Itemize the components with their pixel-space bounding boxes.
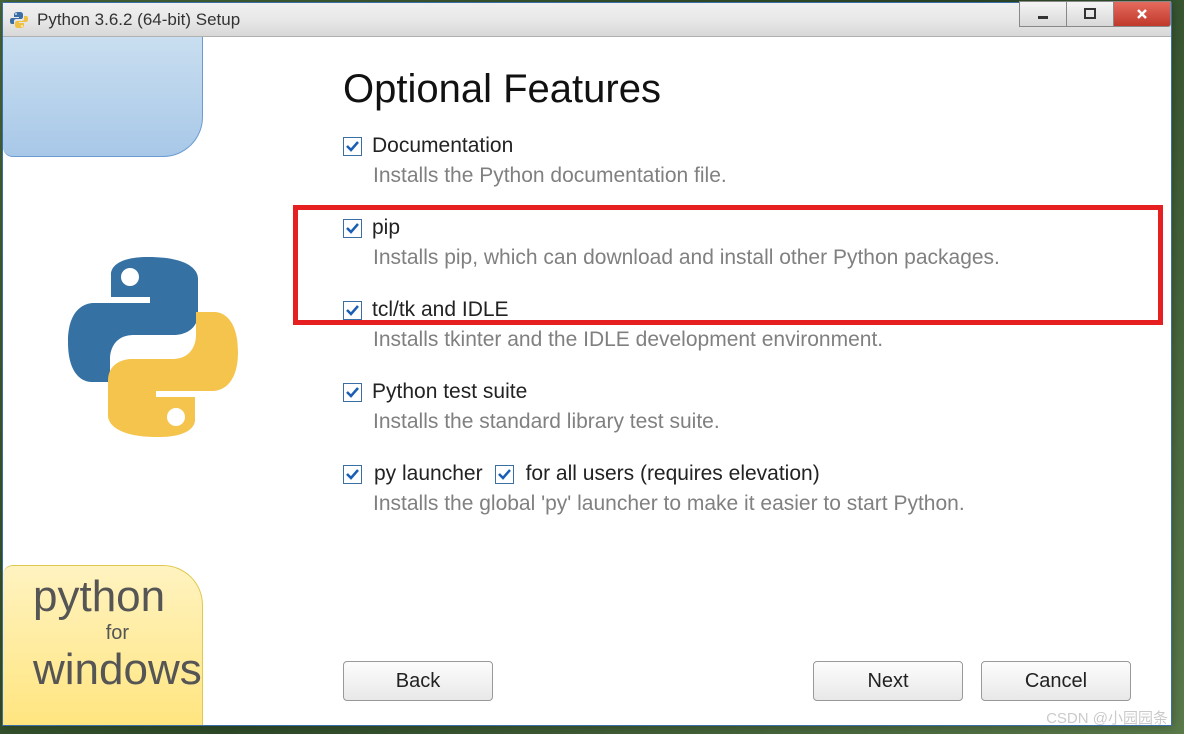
python-logo-icon (53, 247, 253, 452)
option-desc: Installs the Python documentation file. (373, 164, 1131, 188)
decorative-blue-shape (3, 37, 203, 157)
option-label: pip (372, 216, 400, 240)
close-button[interactable] (1113, 1, 1171, 27)
checkbox-allusers[interactable] (495, 465, 514, 484)
option-label-secondary: for all users (requires elevation) (526, 462, 820, 486)
content-area: python for windows Optional Features Doc… (3, 37, 1171, 725)
installer-window: Python 3.6.2 (64-bit) Setup (2, 2, 1172, 726)
sidebar-branding: python for windows (33, 572, 202, 695)
brand-line-3: windows (33, 645, 202, 695)
brand-line-2: for (33, 622, 202, 645)
cancel-button[interactable]: Cancel (981, 661, 1131, 701)
option-label: Documentation (372, 134, 513, 158)
option-pip: pip Installs pip, which can download and… (343, 212, 1131, 274)
checkbox-pylauncher[interactable] (343, 465, 362, 484)
back-button[interactable]: Back (343, 661, 493, 701)
option-desc: Installs tkinter and the IDLE developmen… (373, 328, 1131, 352)
maximize-button[interactable] (1066, 1, 1114, 27)
brand-line-1: python (33, 572, 202, 622)
titlebar[interactable]: Python 3.6.2 (64-bit) Setup (3, 3, 1171, 37)
option-label: Python test suite (372, 380, 527, 404)
option-testsuite: Python test suite Installs the standard … (343, 376, 1131, 438)
option-label: tcl/tk and IDLE (372, 298, 509, 322)
option-pylauncher: py launcher for all users (requires elev… (343, 458, 1131, 520)
button-bar: Back Next Cancel (343, 661, 1131, 701)
option-label: py launcher (374, 462, 483, 486)
minimize-button[interactable] (1019, 1, 1067, 27)
option-documentation: Documentation Installs the Python docume… (343, 130, 1131, 192)
window-controls (1020, 1, 1171, 27)
checkbox-pip[interactable] (343, 219, 362, 238)
main-panel: Optional Features Documentation Installs… (313, 37, 1171, 725)
checkbox-documentation[interactable] (343, 137, 362, 156)
sidebar: python for windows (3, 37, 313, 725)
page-heading: Optional Features (343, 67, 1131, 112)
option-desc: Installs pip, which can download and ins… (373, 246, 1131, 270)
app-icon (9, 10, 29, 30)
option-tcltk: tcl/tk and IDLE Installs tkinter and the… (343, 294, 1131, 356)
watermark-text: CSDN @小园园条 (1046, 707, 1168, 728)
option-desc: Installs the standard library test suite… (373, 410, 1131, 434)
option-desc: Installs the global 'py' launcher to mak… (373, 492, 1131, 516)
next-button[interactable]: Next (813, 661, 963, 701)
checkbox-testsuite[interactable] (343, 383, 362, 402)
window-title: Python 3.6.2 (64-bit) Setup (37, 10, 240, 30)
checkbox-tcltk[interactable] (343, 301, 362, 320)
